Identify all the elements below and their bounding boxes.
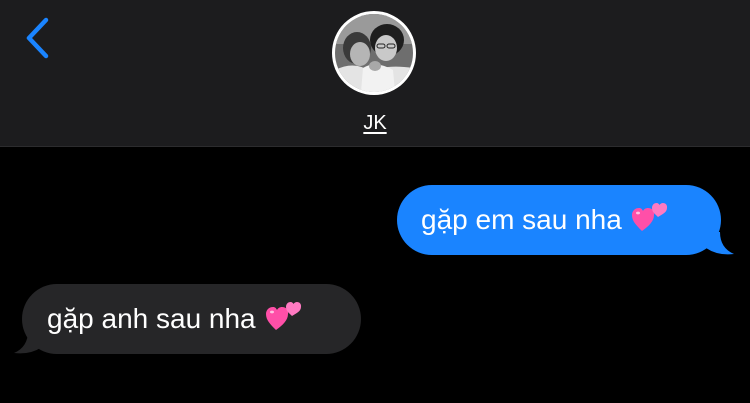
avatar[interactable] [332, 11, 416, 95]
back-button[interactable] [14, 8, 62, 68]
contact-photo [335, 14, 413, 92]
conversation-header: JK [0, 0, 750, 147]
two-hearts-icon [631, 199, 668, 233]
bubble-tail-received [14, 331, 42, 354]
message-bubble-sent[interactable]: gặp em sau nha [397, 185, 721, 255]
bubble-tail-sent [706, 232, 734, 255]
message-text: gặp em sau nha [421, 204, 622, 235]
contact-name[interactable]: JK [0, 112, 750, 135]
message-text: gặp anh sau nha [47, 303, 256, 334]
two-hearts-icon [265, 298, 302, 332]
chevron-left-icon [26, 17, 49, 59]
messages-screen: JK gặp em sau nha gặp anh sau nha [0, 0, 750, 403]
message-bubble-received[interactable]: gặp anh sau nha [22, 284, 361, 354]
